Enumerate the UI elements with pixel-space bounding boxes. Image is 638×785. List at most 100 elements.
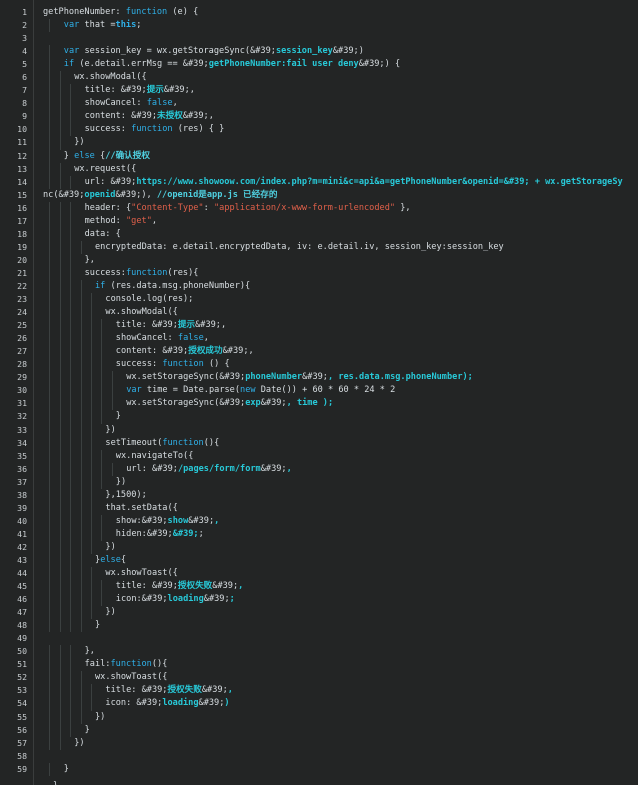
code-text[interactable]: showCancel: false, xyxy=(116,332,634,345)
code-text[interactable]: nc(&#39;openid&#39;), //openid是app.js 已经… xyxy=(43,189,634,202)
code-text[interactable]: success: function (res) { } xyxy=(85,123,634,136)
code-line[interactable]: 58 xyxy=(0,750,638,763)
code-text[interactable]: }) xyxy=(105,424,634,437)
code-line[interactable]: 48} xyxy=(0,619,638,633)
code-line[interactable]: 34 setTimeout(function(){ xyxy=(0,436,638,450)
code-line[interactable]: 13 wx.request({ xyxy=(0,162,638,176)
code-text[interactable]: }, xyxy=(85,645,634,658)
code-text[interactable]: } xyxy=(64,763,634,776)
code-text[interactable]: wx.showToast({ xyxy=(95,671,634,684)
code-text[interactable]: encryptedData: e.detail.encryptedData, i… xyxy=(95,241,634,254)
code-text[interactable]: method: "get", xyxy=(85,215,634,228)
code-line[interactable]: 16 header: {"Content-Type": "application/… xyxy=(0,201,638,215)
code-line[interactable]: 44 wx.showToast({ xyxy=(0,567,638,581)
code-line[interactable]: 18 data: { xyxy=(0,227,638,241)
code-line[interactable]: 46 icon:&#39;loading&#39;; xyxy=(0,593,638,607)
code-line[interactable]: 41 hiden:&#39;&#39;; xyxy=(0,527,638,541)
code-text[interactable]: wx.showToast({ xyxy=(105,567,634,580)
code-line[interactable]: 24 wx.showModal({ xyxy=(0,306,638,320)
code-line[interactable]: 3 xyxy=(0,32,638,45)
code-line[interactable]: 49 xyxy=(0,632,638,645)
code-line[interactable]: 33}) xyxy=(0,423,638,437)
code-text[interactable]: icon: &#39;loading&#39;) xyxy=(105,697,634,710)
code-line[interactable]: 10 success: function (res) { } xyxy=(0,123,638,137)
code-text[interactable]: wx.showModal({ xyxy=(74,71,634,84)
code-line[interactable]: 36 url: &#39;/pages/form/form&#39;, xyxy=(0,462,638,476)
code-line[interactable]: 11}) xyxy=(0,136,638,150)
code-text[interactable]: var that =this; xyxy=(64,19,634,32)
code-text[interactable]: icon:&#39;loading&#39;; xyxy=(116,593,634,606)
code-line[interactable]: 47}) xyxy=(0,606,638,620)
code-text[interactable]: if (res.data.msg.phoneNumber){ xyxy=(95,280,634,293)
code-line[interactable]: 17 method: "get", xyxy=(0,214,638,228)
code-text[interactable]: } xyxy=(116,410,634,423)
code-line[interactable]: 7 title: &#39;提示&#39;, xyxy=(0,84,638,98)
code-line[interactable]: 6 wx.showModal({ xyxy=(0,71,638,85)
code-text[interactable]: if (e.detail.errMsg == &#39;getPhoneNumb… xyxy=(64,58,634,71)
code-text[interactable]: fail:function(){ xyxy=(85,658,634,671)
code-text[interactable]: }else{ xyxy=(95,554,634,567)
code-text[interactable]: }) xyxy=(105,541,634,554)
code-line[interactable]: 29 wx.setStorageSync(&#39;phoneNumber&#39… xyxy=(0,371,638,385)
code-text[interactable]: success: function () { xyxy=(116,358,634,371)
code-text[interactable]: }) xyxy=(74,136,634,149)
code-line[interactable]: 1 getPhoneNumber: function (e) { xyxy=(0,6,638,19)
code-text[interactable]: showCancel: false, xyxy=(85,97,634,110)
code-text[interactable]: wx.navigateTo({ xyxy=(116,450,634,463)
code-line[interactable]: 31 wx.setStorageSync(&#39;exp&#39;, time … xyxy=(0,397,638,411)
code-text[interactable]: url: &#39;/pages/form/form&#39;, xyxy=(126,463,634,476)
code-text[interactable]: wx.setStorageSync(&#39;exp&#39;, time ); xyxy=(126,397,634,410)
code-text[interactable]: title: &#39;授权失败&#39;, xyxy=(116,580,634,593)
code-text[interactable]: hiden:&#39;&#39;; xyxy=(116,528,634,541)
code-line[interactable]: 50}, xyxy=(0,645,638,659)
code-text[interactable]: title: &#39;提示&#39;, xyxy=(116,319,634,332)
code-text[interactable]: wx.request({ xyxy=(74,163,634,176)
code-line[interactable]: 23 console.log(res); xyxy=(0,293,638,307)
code-line[interactable]: 25 title: &#39;提示&#39;, xyxy=(0,319,638,333)
code-text[interactable]: content: &#39;授权成功&#39;, xyxy=(116,345,634,358)
code-text[interactable]: var time = Date.parse(new Date()) + 60 *… xyxy=(126,384,634,397)
code-text[interactable]: getPhoneNumber: function (e) { xyxy=(43,6,634,19)
code-text[interactable]: url: &#39;https://www.showoow.com/index.… xyxy=(85,176,634,189)
code-line[interactable]: 21 success:function(res){ xyxy=(0,266,638,280)
code-line[interactable]: 15 nc(&#39;openid&#39;), //openid是app.js … xyxy=(0,189,638,202)
code-line[interactable]: 39 that.setData({ xyxy=(0,501,638,515)
code-text[interactable]: }, xyxy=(85,254,634,267)
code-line[interactable]: 59} xyxy=(0,762,638,776)
code-line[interactable]: 40 show:&#39;show&#39;, xyxy=(0,514,638,528)
code-line[interactable]: 5 if (e.detail.errMsg == &#39;getPhoneNum… xyxy=(0,58,638,72)
code-lines[interactable]: 1 getPhoneNumber: function (e) {2 var that… xyxy=(0,6,638,776)
code-text[interactable]: } xyxy=(95,619,634,632)
code-text[interactable]: show:&#39;show&#39;, xyxy=(116,515,634,528)
code-editor[interactable]: 1 getPhoneNumber: function (e) {2 var that… xyxy=(0,0,638,785)
code-text[interactable]: wx.showModal({ xyxy=(105,306,634,319)
code-line[interactable]: 57}) xyxy=(0,736,638,750)
code-line[interactable]: 54 icon: &#39;loading&#39;) xyxy=(0,697,638,711)
code-line[interactable]: 12} else {//确认授权 xyxy=(0,149,638,163)
code-line[interactable]: 53 title: &#39;授权失败&#39;, xyxy=(0,684,638,698)
code-line[interactable]: 43}else{ xyxy=(0,553,638,568)
code-line[interactable]: 27 content: &#39;授权成功&#39;, xyxy=(0,345,638,359)
code-line[interactable]: 28 success: function () { xyxy=(0,358,638,372)
code-line[interactable]: 19 encryptedData: e.detail.encryptedData,… xyxy=(0,240,638,254)
code-line[interactable]: 38},1500); xyxy=(0,488,638,502)
code-text[interactable]: }) xyxy=(95,711,634,724)
code-line[interactable]: 22 if (res.data.msg.phoneNumber){ xyxy=(0,279,638,294)
code-text[interactable]: that.setData({ xyxy=(105,502,634,515)
code-line[interactable]: 37}) xyxy=(0,475,638,489)
code-text[interactable]: }) xyxy=(116,476,634,489)
code-text[interactable]: data: { xyxy=(85,228,634,241)
code-text[interactable]: console.log(res); xyxy=(105,293,634,306)
code-text[interactable]: },1500); xyxy=(105,489,634,502)
code-line[interactable]: 55}) xyxy=(0,710,638,724)
code-line[interactable]: 35 wx.navigateTo({ xyxy=(0,449,638,463)
code-line[interactable]: 9 content: &#39;未授权&#39;, xyxy=(0,110,638,124)
code-line[interactable]: 4 var session_key = wx.getStorageSync(&#3… xyxy=(0,45,638,59)
code-text[interactable]: setTimeout(function(){ xyxy=(105,437,634,450)
code-text[interactable]: } xyxy=(85,724,634,737)
code-text[interactable]: wx.setStorageSync(&#39;phoneNumber&#39;,… xyxy=(126,371,634,384)
code-text[interactable]: var session_key = wx.getStorageSync(&#39… xyxy=(64,45,634,58)
code-line[interactable]: 56} xyxy=(0,723,638,737)
code-text[interactable]: header: {"Content-Type": "application/x-… xyxy=(85,202,634,215)
code-text[interactable]: } else {//确认授权 xyxy=(64,150,634,163)
